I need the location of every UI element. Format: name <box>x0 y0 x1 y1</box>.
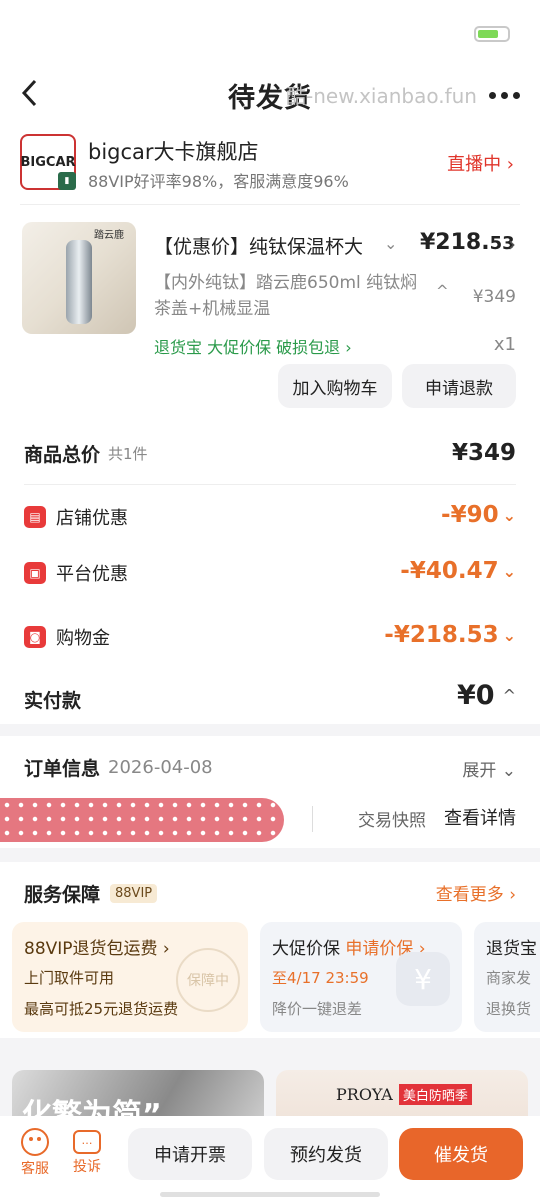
paid-value[interactable]: ¥0 ^ <box>457 680 516 711</box>
watermark-text: 酷-new.xianbao.fun <box>286 84 477 108</box>
invoice-button[interactable]: 申请开票 <box>128 1128 252 1180</box>
shop-logo[interactable]: BIGCAR ▮ <box>20 134 76 190</box>
bottle-icon <box>66 240 92 324</box>
service-box-return[interactable]: 退货宝 商家发 退换货 <box>474 922 540 1032</box>
ad-right-tag: 美白防晒季 <box>398 1084 472 1105</box>
paid-label: 实付款 <box>24 690 82 712</box>
shop-name[interactable]: bigcar大卡旗舰店 <box>88 136 259 166</box>
product-price: ¥218.53 <box>420 230 515 255</box>
original-price: ¥349 <box>472 287 516 307</box>
shop-discount-value[interactable]: -¥90 ⌄ <box>441 502 516 528</box>
refund-button[interactable]: 申请退款 <box>402 364 516 408</box>
chevron-down-icon: ⌄ <box>502 505 516 525</box>
customer-service-label: 客服 <box>21 1161 49 1177</box>
platform-discount-amount: -¥40.47 <box>400 558 499 584</box>
shop-stats: 88VIP好评率98%，客服满意度96% <box>88 172 349 191</box>
order-info-row: 订单信息 2026-04-08 <box>24 754 213 781</box>
shop-discount-label: 店铺优惠 <box>56 508 128 529</box>
quantity: x1 <box>493 334 516 355</box>
price-int: ¥218. <box>420 230 490 255</box>
expand-label: 展开 <box>462 761 497 781</box>
urge-shipping-button[interactable]: 催发货 <box>399 1128 523 1180</box>
snapshot-link[interactable]: 交易快照 <box>358 806 426 831</box>
product-name[interactable]: 【优惠价】纯钛保温杯大 <box>154 232 363 259</box>
schedule-button[interactable]: 预约发货 <box>264 1128 388 1180</box>
product-desc: 【内外纯钛】踏云鹿650ml 纯钛焖茶盖+机械显温 <box>154 273 418 319</box>
service-box-vip[interactable]: 88VIP退货包运费 › 上门取件可用 最高可抵25元退货运费 保障中 <box>12 922 248 1032</box>
product-image[interactable]: 踏云鹿 <box>22 222 136 334</box>
divider <box>20 204 520 205</box>
ad-right-header: PROYA 美白防晒季 <box>336 1084 472 1105</box>
expand-link[interactable]: 展开 ⌄ <box>462 756 516 781</box>
add-to-cart-button[interactable]: 加入购物车 <box>278 364 392 408</box>
total-row: 商品总价 共1件 <box>24 440 148 467</box>
ad-right-brand: PROYA <box>336 1085 393 1104</box>
view-detail-link[interactable]: 查看详情 <box>444 804 516 830</box>
divider <box>24 484 516 485</box>
shop-discount-row: ▤ 店铺优惠 <box>24 504 128 530</box>
stamp-icon: 保障中 <box>176 948 240 1012</box>
order-info-label: 订单信息 <box>24 758 101 780</box>
chevron-down-icon: ⌄ <box>502 625 516 645</box>
total-label: 商品总价 <box>24 444 101 466</box>
store-icon: ▤ <box>24 506 46 528</box>
chevron-down-icon[interactable]: ⌄ <box>384 234 397 253</box>
gold-row: ◙ 购物金 <box>24 624 110 650</box>
platform-discount-row: ▣ 平台优惠 <box>24 560 128 586</box>
live-link[interactable]: 直播中 › <box>447 150 514 176</box>
service-box-price[interactable]: 大促价保 申请价保 › 至4/17 23:59 降价一键退差 ¥ <box>260 922 462 1032</box>
home-indicator <box>160 1192 380 1197</box>
gold-value[interactable]: -¥218.53 ⌄ <box>384 622 516 648</box>
paid-amount: ¥0 <box>457 680 495 711</box>
platform-discount-value[interactable]: -¥40.47 ⌄ <box>400 558 516 584</box>
complain-label: 投诉 <box>73 1159 101 1175</box>
chevron-up-icon: ^ <box>502 686 516 705</box>
customer-service-button[interactable]: 客服 <box>18 1128 52 1178</box>
guarantee-tags[interactable]: 退货宝 大促价保 破损包退 › <box>154 334 352 358</box>
divider <box>312 806 313 832</box>
chat-face-icon <box>21 1128 49 1156</box>
battery-icon <box>474 26 510 42</box>
order-date: 2026-04-08 <box>108 757 213 778</box>
gold-label: 购物金 <box>56 628 110 649</box>
service-header: 服务保障 88VIP <box>24 880 158 907</box>
vip-badge: 88VIP <box>110 884 158 903</box>
shop-logo-text: BIGCAR <box>20 154 76 170</box>
total-value: ¥349 <box>451 440 516 466</box>
chevron-down-icon: ⌄ <box>502 561 516 581</box>
service-box-line2: 退换货 <box>486 1000 532 1018</box>
complaint-icon: … <box>73 1130 101 1154</box>
complain-button[interactable]: … 投诉 <box>70 1128 104 1176</box>
gold-amount: -¥218.53 <box>384 622 499 648</box>
redacted-pattern <box>0 798 284 842</box>
chevron-down-icon: ⌄ <box>501 761 516 781</box>
chevron-right-icon[interactable]: › <box>508 232 516 256</box>
platform-discount-label: 平台优惠 <box>56 564 128 585</box>
live-badge-icon: ▮ <box>58 172 76 190</box>
shopping-bag-icon: ◙ <box>24 626 46 648</box>
service-box-title: 退货宝 <box>486 939 537 959</box>
service-label: 服务保障 <box>24 884 101 906</box>
total-count: 共1件 <box>108 445 148 463</box>
yen-icon: ¥ <box>396 952 450 1006</box>
platform-icon: ▣ <box>24 562 46 584</box>
service-box-line1: 商家发 <box>486 969 532 987</box>
chevron-up-icon[interactable]: ^ <box>436 282 449 300</box>
price-guard-title: 大促价保 <box>272 939 340 959</box>
view-more-link[interactable]: 查看更多 › <box>436 880 516 905</box>
more-icon[interactable] <box>489 92 520 99</box>
product-image-brand: 踏云鹿 <box>94 230 124 241</box>
shop-discount-amount: -¥90 <box>441 502 499 528</box>
